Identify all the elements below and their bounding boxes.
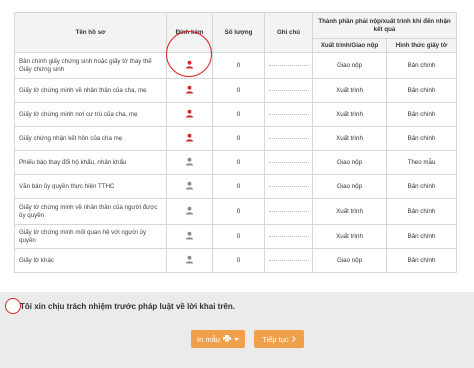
col-header-group: Thành phần phải nộp/xuất trình khi đến n…: [311, 12, 458, 39]
printer-icon: [222, 334, 231, 344]
row-qty: 0: [212, 248, 265, 273]
row-submit-type: Xuất trình: [312, 78, 387, 103]
row-form-type: Bản chính: [385, 174, 458, 199]
row-qty: 0: [212, 224, 265, 249]
row-form-type: Bản chính: [385, 126, 458, 151]
col-header-submit: Xuất trình/Giao nộp: [312, 38, 387, 53]
document-table-container: Tên hồ sơ Đính kèm Số lượng Ghi chú Thàn…: [14, 12, 458, 273]
note-input-line[interactable]: [269, 114, 309, 115]
row-submit-type: Xuất trình: [312, 126, 387, 151]
row-note-field[interactable]: [264, 248, 313, 273]
row-form-type: Bản chính: [385, 198, 458, 225]
row-attach-cell[interactable]: [166, 126, 213, 151]
row-form-type: Bản chính: [385, 224, 458, 249]
row-name: Phiếu báo thay đổi hộ khẩu, nhân khẩu: [14, 150, 167, 175]
chevron-right-icon: [291, 335, 296, 344]
note-input-line[interactable]: [269, 260, 309, 261]
row-qty: 0: [212, 102, 265, 127]
table-row: Giấy tờ chứng minh nơi cư trú của cha, m…: [14, 102, 458, 127]
row-qty: 0: [212, 198, 265, 225]
upload-user-icon[interactable]: [185, 255, 194, 264]
row-form-type: Bản chính: [385, 102, 458, 127]
row-form-type: Theo mẫu: [385, 150, 458, 175]
note-input-line[interactable]: [269, 138, 309, 139]
row-form-type: Bản chính: [385, 248, 458, 273]
highlight-circle-attach: [166, 31, 212, 77]
col-header-qty: Số lượng: [212, 12, 265, 53]
note-input-line[interactable]: [269, 236, 309, 237]
upload-user-icon[interactable]: [185, 85, 194, 94]
row-attach-cell[interactable]: [166, 78, 213, 103]
col-header-name: Tên hồ sơ: [14, 12, 167, 53]
row-qty: 0: [212, 52, 265, 79]
row-name: Giấy tờ chứng minh về nhân thân của cha,…: [14, 78, 167, 103]
document-table: Tên hồ sơ Đính kèm Số lượng Ghi chú Thàn…: [14, 12, 458, 273]
table-row: Bản chính giấy chứng sinh hoặc giấy tờ t…: [14, 52, 458, 79]
row-name: Giấy chứng nhận kết hôn của cha mẹ: [14, 126, 167, 151]
next-label: Tiếp tục: [262, 334, 289, 344]
table-row: Giấy chứng nhận kết hôn của cha mẹ 0 Xuất …: [14, 126, 458, 151]
row-submit-type: Xuất trình: [312, 198, 387, 225]
row-submit-type: Giao nộp: [312, 150, 387, 175]
row-attach-cell[interactable]: [166, 248, 213, 273]
table-row: Giấy tờ chứng minh về nhân thân của cha,…: [14, 78, 458, 103]
row-qty: 0: [212, 126, 265, 151]
row-attach-cell[interactable]: [166, 102, 213, 127]
row-attach-cell[interactable]: [166, 224, 213, 249]
row-qty: 0: [212, 150, 265, 175]
row-submit-type: Giao nộp: [312, 248, 387, 273]
row-note-field[interactable]: [264, 224, 313, 249]
upload-user-icon[interactable]: [185, 157, 194, 166]
row-attach-cell[interactable]: [166, 198, 213, 225]
note-input-line[interactable]: [269, 162, 309, 163]
next-button[interactable]: Tiếp tục: [254, 330, 304, 348]
upload-user-icon[interactable]: [185, 133, 194, 142]
row-qty: 0: [212, 78, 265, 103]
row-name: Giấy tờ khác: [14, 248, 167, 273]
row-note-field[interactable]: [264, 52, 313, 79]
row-attach-cell[interactable]: [166, 174, 213, 199]
commitment-text: Tôi xin chịu trách nhiệm trước pháp luật…: [20, 302, 235, 311]
upload-user-icon[interactable]: [185, 206, 194, 215]
row-note-field[interactable]: [264, 150, 313, 175]
row-form-type: Bản chính: [385, 52, 458, 79]
note-input-line[interactable]: [269, 211, 309, 212]
row-name: Giấy tờ chứng minh về nhân thân của ngườ…: [14, 198, 167, 225]
print-button[interactable]: In mẫu: [191, 330, 245, 348]
upload-user-icon[interactable]: [185, 109, 194, 118]
note-input-line[interactable]: [269, 65, 309, 66]
row-submit-type: Giao nộp: [312, 52, 387, 79]
row-name: Văn bản ủy quyền thực hiện TTHC: [14, 174, 167, 199]
row-submit-type: Giao nộp: [312, 174, 387, 199]
table-row: Giấy tờ chứng minh về nhân thân của ngườ…: [14, 198, 458, 225]
note-input-line[interactable]: [269, 186, 309, 187]
print-label: In mẫu: [197, 334, 220, 344]
row-name: Bản chính giấy chứng sinh hoặc giấy tờ t…: [14, 52, 167, 79]
row-note-field[interactable]: [264, 78, 313, 103]
caret-down-icon: [233, 335, 239, 344]
table-row: Giấy tờ khác 0 Giao nộp Bản chính: [14, 248, 458, 273]
row-form-type: Bản chính: [385, 78, 458, 103]
row-note-field[interactable]: [264, 126, 313, 151]
commitment-checkbox[interactable]: [5, 298, 21, 314]
row-note-field[interactable]: [264, 174, 313, 199]
row-attach-cell[interactable]: [166, 150, 213, 175]
table-row: Phiếu báo thay đổi hộ khẩu, nhân khẩu 0 Gi…: [14, 150, 458, 175]
table-row: Văn bản ủy quyền thực hiện TTHC 0 Giao nộp…: [14, 174, 458, 199]
row-submit-type: Xuất trình: [312, 224, 387, 249]
col-header-form: Hình thức giấy tờ: [385, 38, 458, 53]
col-header-note: Ghi chú: [264, 12, 313, 53]
table-row: Giấy tờ chứng minh mối quan hệ với người…: [14, 224, 458, 249]
row-note-field[interactable]: [264, 198, 313, 225]
row-name: Giấy tờ chứng minh nơi cư trú của cha, m…: [14, 102, 167, 127]
note-input-line[interactable]: [269, 90, 309, 91]
upload-user-icon[interactable]: [185, 181, 194, 190]
row-name: Giấy tờ chứng minh mối quan hệ với người…: [14, 224, 167, 249]
row-qty: 0: [212, 174, 265, 199]
row-note-field[interactable]: [264, 102, 313, 127]
upload-user-icon[interactable]: [185, 231, 194, 240]
row-submit-type: Xuất trình: [312, 102, 387, 127]
